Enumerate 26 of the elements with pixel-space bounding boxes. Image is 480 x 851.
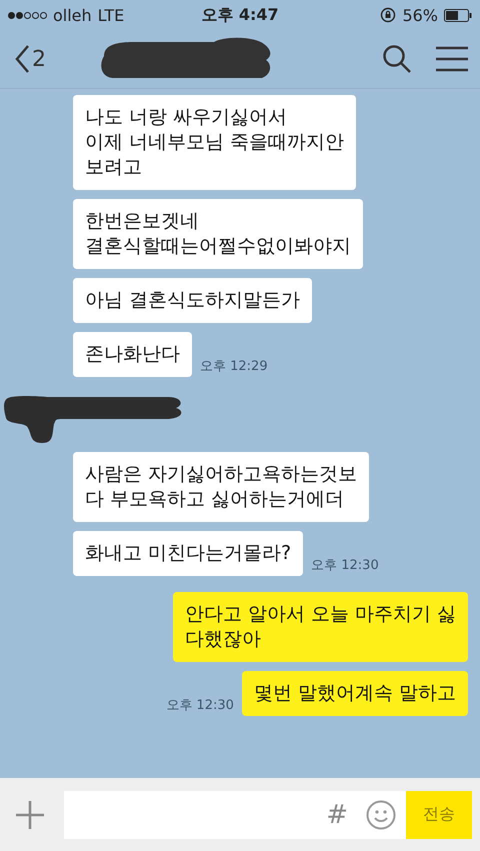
message-bubble: 아님 결혼식도하지말든가: [73, 278, 312, 323]
add-icon[interactable]: [14, 798, 46, 830]
message-bubble: 안다고 알아서 오늘 마주치기 싫 다했잖아: [172, 592, 468, 662]
message-bubble: 화내고 미친다는거몰라?: [73, 531, 304, 576]
message-input[interactable]: # 전송: [64, 790, 472, 838]
battery-icon: [444, 8, 472, 22]
emoticon-icon[interactable]: [366, 800, 396, 830]
message-time: 오후 12:29: [200, 358, 268, 375]
send-button[interactable]: 전송: [406, 790, 472, 838]
menu-icon[interactable]: [436, 46, 468, 72]
hashtag-button[interactable]: #: [326, 800, 348, 830]
back-button[interactable]: 2: [14, 44, 46, 74]
rotation-lock-icon: [380, 7, 396, 23]
network-type: LTE: [98, 6, 124, 24]
message-time: 오후 12:30: [311, 557, 379, 574]
carrier-name: olleh: [53, 6, 92, 24]
message-bubble: 몇번 말했어계속 말하고: [242, 671, 468, 716]
message-bubble: 존나화난다: [73, 332, 192, 377]
search-icon[interactable]: [382, 44, 412, 74]
battery-percent: 56%: [402, 6, 438, 24]
message-time: 오후 12:30: [166, 697, 234, 714]
message-bubble: 한번은보겟네 결혼식할때는어쩔수없이봐야지: [73, 199, 363, 269]
message-bubble: 사람은 자기싫어하고욕하는것보 다 부모욕하고 싫어하는거에더: [73, 452, 370, 522]
message-bubble: 나도 너랑 싸우기싫어서 이제 너네부모님 죽을때까지안 보려고: [73, 95, 356, 190]
signal-icon: [8, 12, 47, 18]
status-time: 오후 4:47: [201, 4, 279, 26]
